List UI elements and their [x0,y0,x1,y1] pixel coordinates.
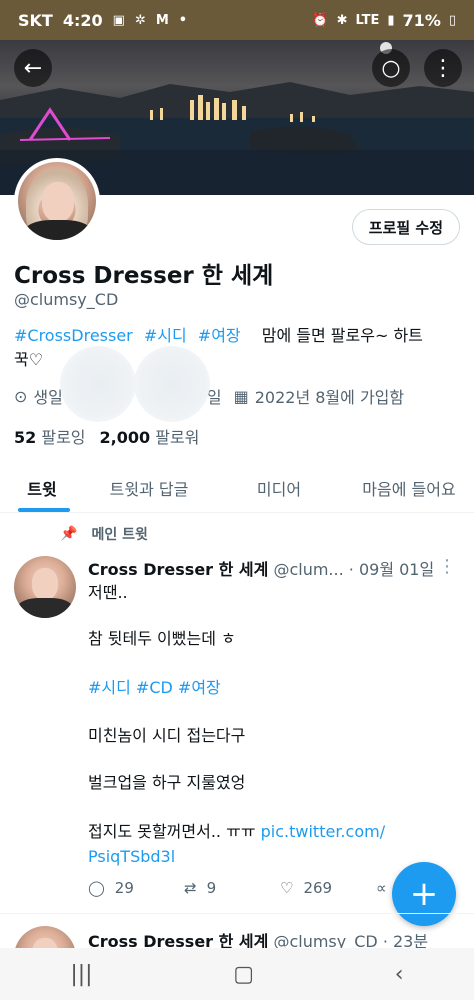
tweet-divider [0,913,474,914]
tweet-link[interactable]: pic.twitter.com/ [261,822,385,841]
dot-icon: • [178,12,188,28]
like-count: 269 [303,879,333,897]
location-pin-icon: ⊙ [14,386,28,406]
carrier-label: SKT [18,10,53,30]
tweet-text-line: 참 뒷테두 이뻤는데 ㅎ [88,629,236,648]
more-vertical-icon: ⋮ [432,55,454,81]
back-button[interactable]: ← [14,49,52,87]
tab-tweets-replies[interactable]: 트윗과 답글 [84,463,214,512]
bio-text: 맘에 들면 팔로우~ 하트 [261,326,423,345]
alarm-icon: ⏰ [312,12,329,28]
system-navigation-bar: ||| ▢ ‹ [0,948,474,1000]
calendar-icon: ▦ [233,386,249,406]
battery-icon: ▯ [448,12,456,28]
tweet-text-line: 미친놈이 시디 접는다구 [88,726,246,745]
arrow-left-icon: ← [23,55,43,81]
tweet-text: 접지도 못할꺼면서.. ㅠㅠ [88,822,256,841]
compose-tweet-button[interactable]: + [392,862,456,926]
bluetooth-icon: ✱ [336,12,348,28]
tweet-text-line: 접지도 못할꺼면서.. ㅠㅠ pic.twitter.com/ [88,820,385,844]
tweet-avatar[interactable] [14,556,76,618]
followers-link[interactable]: 2,000 팔로워 [100,424,200,448]
profile-name: Cross Dresser 한 세계 [14,263,274,289]
retweet-icon: ⇄ [184,879,197,897]
profile-avatar[interactable] [14,158,100,244]
pinned-indicator: 📌 메인 트윗 [60,524,148,544]
share-icon: ∝ [376,879,387,897]
pinned-label: 메인 트윗 [91,527,148,543]
image-icon: ▣ [112,12,125,28]
signal-icon: ▮ [387,12,395,28]
tweet-link-cont[interactable]: PsiqTSbd3l [88,847,175,866]
tweet-date: · 09월 01일 [348,560,435,579]
tab-likes[interactable]: 마음에 들어요 [344,463,474,512]
network-label: LTE [355,12,380,28]
tweet-header: Cross Dresser 한 세계 @clum... · 09월 01일 [88,556,460,580]
tweet-author-name[interactable]: Cross Dresser 한 세계 [88,560,268,579]
m-icon: M [155,12,169,28]
recent-apps-icon[interactable]: ||| [70,962,92,987]
joined-date: 2022년 8월에 가입함 [254,388,405,407]
fan-icon: ✲ [134,12,146,28]
profile-tabs: 트윗 트윗과 답글 미디어 마음에 들어요 [0,463,474,513]
tweet-link-line: PsiqTSbd3l [88,845,175,869]
edit-profile-button[interactable]: 프로필 수정 [351,209,460,245]
time-label: 4:20 [62,10,103,30]
battery-label: 71% [402,10,441,30]
following-link[interactable]: 52 팔로잉 [14,424,86,448]
bio-hashtag[interactable]: #여장 [198,326,241,345]
search-icon: ○ [381,55,401,81]
plus-icon: + [409,874,439,914]
back-nav-icon[interactable]: ‹ [395,962,404,987]
reply-icon: ◯ [88,879,105,897]
retweet-button[interactable]: ⇄ 9 [184,879,280,897]
retweet-count: 9 [206,879,217,897]
reply-button[interactable]: ◯ 29 [88,879,184,897]
tab-tweets[interactable]: 트윗 [0,463,84,512]
tweet-hashtag[interactable]: #시디 #CD #여장 [88,678,221,697]
tweet-text-line: 벌크업을 하구 지룰였엉 [88,773,246,792]
heart-icon: ♡ [280,879,294,897]
reply-count: 29 [114,879,134,897]
pin-icon: 📌 [60,526,78,542]
home-icon[interactable]: ▢ [233,962,254,987]
more-options-button[interactable]: ⋮ [424,49,462,87]
like-button[interactable]: ♡ 269 [280,879,376,897]
tweet-author-handle: @clum... [273,560,344,579]
tweet-more-icon[interactable]: ⋮ [438,556,456,577]
follow-stats: 52 팔로잉 2,000 팔로워 [14,424,199,448]
blur-overlay [134,346,210,422]
bio-hashtag[interactable]: #CrossDresser [14,326,133,345]
blur-overlay [60,346,136,422]
search-button[interactable]: ○ [372,49,410,87]
birthday-prefix: 생일 [33,388,63,407]
bio-text-2: 꾹♡ [14,350,44,369]
tweet-actions: ◯ 29 ⇄ 9 ♡ 269 ∝ [88,879,406,897]
status-bar: SKT 4:20 ▣ ✲ M • ⏰ ✱ LTE ▮ 71% ▯ [0,0,474,40]
tab-media[interactable]: 미디어 [214,463,344,512]
tweet-hashtags: #시디 #CD #여장 [88,676,221,700]
tweet-text-line: 저땐.. [88,583,128,602]
profile-handle: @clumsy_CD [14,290,119,309]
bio-hashtag[interactable]: #시디 [144,326,187,345]
